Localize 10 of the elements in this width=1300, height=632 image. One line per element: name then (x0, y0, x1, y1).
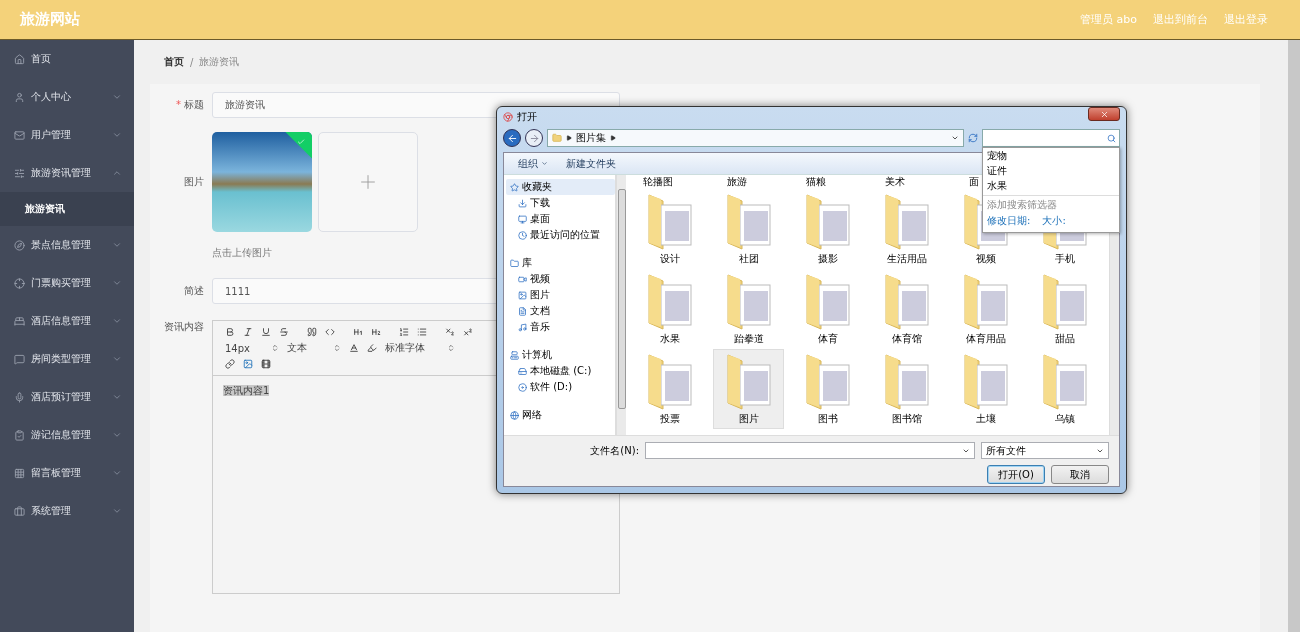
field-label: 资讯内容 (163, 320, 205, 334)
editor-text: 资讯内容1 (223, 385, 270, 396)
upload-hint: 点击上传图片 (212, 246, 272, 260)
field-label: 简述 (183, 284, 205, 298)
user-name: 管理员 abo (1080, 12, 1137, 27)
field-label: 图片 (183, 175, 205, 189)
filter-hint: 添加搜索筛选器 (983, 195, 1119, 214)
field-label: * 标题 (175, 98, 205, 112)
breadcrumb-separator: / (190, 56, 194, 68)
site-title: 旅游网站 (20, 10, 80, 29)
